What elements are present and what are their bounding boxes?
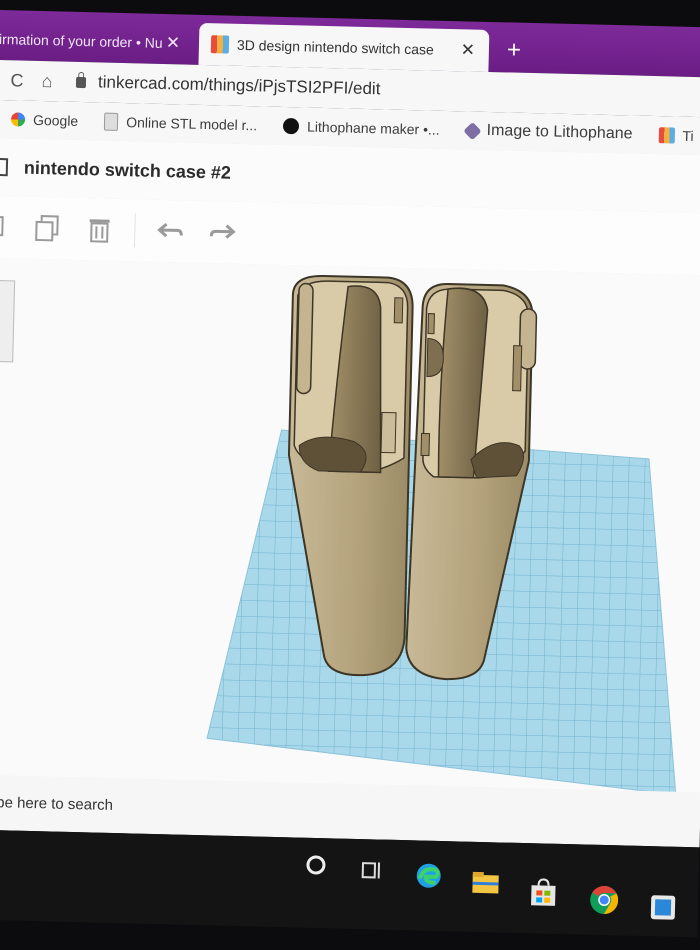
cube-icon	[463, 121, 481, 139]
tinkercad-icon	[658, 127, 674, 143]
cortana-icon[interactable]	[301, 850, 332, 881]
tab-title: 3D design nintendo switch case	[237, 37, 457, 58]
workplane-scene	[0, 258, 700, 815]
edge-icon[interactable]	[413, 860, 444, 891]
bookmark-google[interactable]: Google	[11, 111, 79, 129]
search-input[interactable]: Type here to search	[0, 794, 113, 814]
store-icon[interactable]	[528, 877, 559, 908]
toolbar-divider	[134, 213, 136, 247]
design-title[interactable]: nintendo switch case #2	[24, 157, 232, 183]
bookmark-lithophane-maker[interactable]: Lithophane maker •...	[283, 118, 440, 138]
bookmark-image-to-lithophane[interactable]: Image to Lithophane	[465, 121, 632, 143]
close-icon[interactable]: ✕	[457, 40, 479, 61]
tinkercad-icon	[211, 35, 229, 53]
close-icon[interactable]: ✕	[162, 33, 184, 54]
home-icon[interactable]: ⌂	[32, 70, 63, 92]
copy-icon[interactable]	[0, 210, 13, 245]
duplicate-icon[interactable]	[30, 211, 65, 246]
trash-icon[interactable]	[82, 212, 117, 247]
app-icon[interactable]	[648, 892, 679, 923]
bookmark-label: Online STL model r...	[126, 114, 257, 133]
bookmark-label: Ti	[682, 128, 694, 144]
redo-icon[interactable]	[205, 215, 240, 250]
lock-icon	[76, 76, 86, 87]
chrome-icon[interactable]	[588, 885, 619, 916]
bookmark-label: Google	[33, 112, 79, 129]
view-cube[interactable]	[0, 280, 15, 363]
tab-tinkercad[interactable]: 3D design nintendo switch case ✕	[198, 23, 489, 72]
undo-icon[interactable]	[153, 214, 188, 249]
google-icon	[11, 112, 25, 126]
tab-title: irmation of your order • Nu	[0, 31, 162, 51]
file-explorer-icon[interactable]	[470, 868, 501, 899]
task-view-icon[interactable]	[356, 855, 387, 886]
url-field[interactable]: tinkercad.com/things/iPjsTSI2PFI/edit	[76, 72, 381, 99]
menu-icon[interactable]	[0, 158, 8, 176]
tab-order-confirmation[interactable]: irmation of your order • Nu ✕	[0, 18, 195, 65]
bookmark-tinkercad[interactable]: Ti	[658, 127, 694, 144]
new-tab-button[interactable]: +	[507, 36, 522, 64]
url-text: tinkercad.com/things/iPjsTSI2PFI/edit	[98, 72, 381, 99]
taskbar	[0, 830, 700, 938]
lithophane-icon	[283, 118, 299, 134]
bookmark-label: Image to Lithophane	[486, 122, 632, 144]
workplane-area[interactable]	[0, 258, 700, 815]
bookmark-label: Lithophane maker •...	[307, 119, 440, 138]
bookmark-page-icon	[104, 113, 118, 131]
bookmark-stl[interactable]: Online STL model r...	[104, 113, 257, 135]
reload-icon[interactable]: C	[2, 70, 33, 92]
screen: irmation of your order • Nu ✕ 3D design …	[0, 0, 700, 950]
